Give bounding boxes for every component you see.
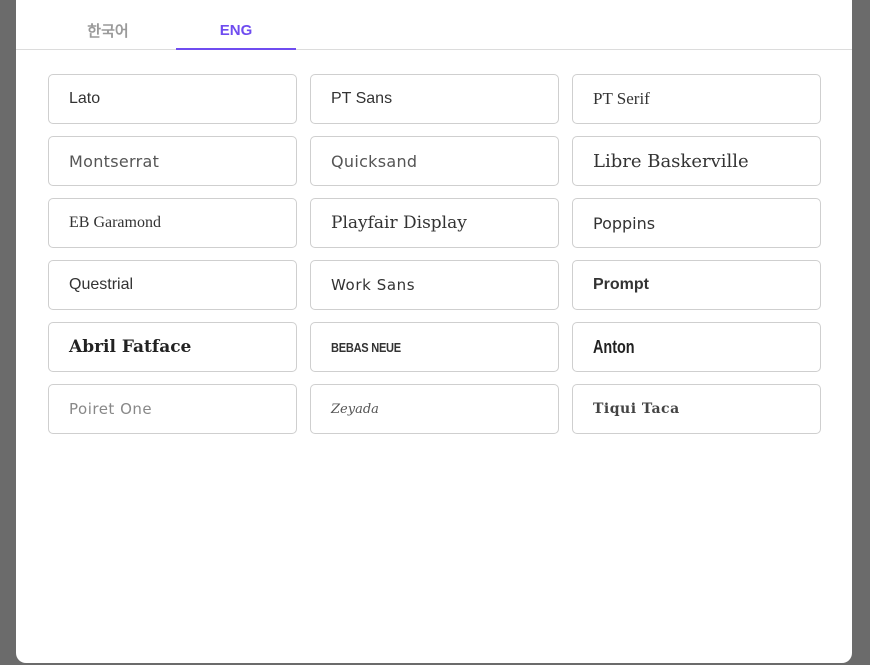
font-option-label: Montserrat — [69, 151, 160, 171]
font-option-label: Anton — [593, 336, 635, 357]
font-option-anton[interactable]: Anton — [572, 322, 821, 372]
font-option-zeyada[interactable]: Zeyada — [310, 384, 559, 434]
tab-korean[interactable]: 한국어 — [48, 0, 168, 49]
font-option-tiqui-taca[interactable]: Tiqui Taca — [572, 384, 821, 434]
font-option-pt-sans[interactable]: PT Sans — [310, 74, 559, 124]
font-option-label: PT Sans — [331, 90, 393, 107]
font-option-label: PT Serif — [593, 89, 650, 108]
font-option-label: Zeyada — [331, 401, 379, 417]
font-option-label: Poppins — [593, 213, 656, 233]
font-option-poppins[interactable]: Poppins — [572, 198, 821, 248]
font-option-montserrat[interactable]: Montserrat — [48, 136, 297, 186]
font-option-label: BEBAS NEUE — [331, 339, 401, 355]
font-option-work-sans[interactable]: Work Sans — [310, 260, 559, 310]
font-option-eb-garamond[interactable]: EB Garamond — [48, 198, 297, 248]
font-option-prompt[interactable]: Prompt — [572, 260, 821, 310]
font-option-label: Abril Fatface — [69, 337, 192, 357]
font-option-label: Lato — [69, 90, 101, 107]
font-option-label: Prompt — [593, 276, 649, 293]
font-option-label: Quicksand — [331, 151, 418, 171]
font-option-quicksand[interactable]: Quicksand — [310, 136, 559, 186]
font-option-label: Libre Baskerville — [593, 150, 749, 172]
language-tab-bar: 한국어 ENG — [16, 0, 852, 50]
font-option-lato[interactable]: Lato — [48, 74, 297, 124]
font-option-label: Tiqui Taca — [593, 401, 680, 417]
font-option-playfair-display[interactable]: Playfair Display — [310, 198, 559, 248]
tab-english[interactable]: ENG — [176, 0, 296, 50]
font-option-bebas-neue[interactable]: BEBAS NEUE — [310, 322, 559, 372]
font-grid: Lato PT Sans PT Serif Montserrat Quicksa… — [48, 74, 821, 434]
font-option-poiret-one[interactable]: Poiret One — [48, 384, 297, 434]
font-option-label: Questrial — [69, 276, 134, 293]
font-option-label: Playfair Display — [331, 213, 467, 233]
font-option-libre-baskerville[interactable]: Libre Baskerville — [572, 136, 821, 186]
font-option-pt-serif[interactable]: PT Serif — [572, 74, 821, 124]
font-option-questrial[interactable]: Questrial — [48, 260, 297, 310]
font-option-label: Work Sans — [331, 276, 416, 294]
font-option-label: Poiret One — [69, 400, 153, 418]
font-picker-panel: 한국어 ENG Lato PT Sans PT Serif Montserrat… — [16, 0, 852, 663]
font-option-label: EB Garamond — [69, 214, 161, 231]
font-option-abril-fatface[interactable]: Abril Fatface — [48, 322, 297, 372]
